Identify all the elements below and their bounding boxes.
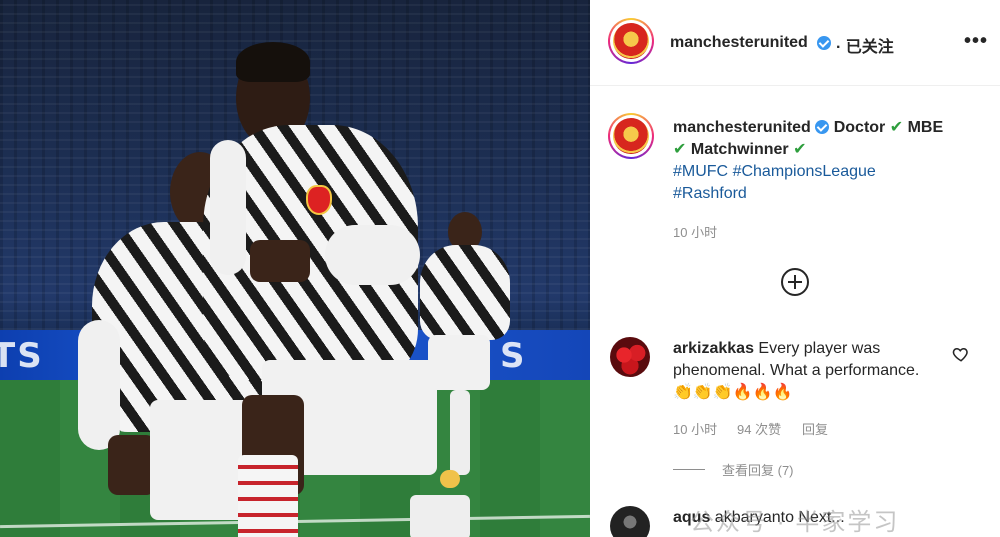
check-mark-icon: ✔ <box>673 141 687 158</box>
like-heart-icon[interactable] <box>952 345 970 363</box>
hashtag-rashford[interactable]: #Rashford <box>673 185 747 202</box>
caption-text-doctor: Doctor <box>833 119 886 136</box>
hashtag-championsleague[interactable]: #ChampionsLeague <box>733 163 876 180</box>
post-side-panel: manchesterunited · 已关注 ••• manchesteruni… <box>590 0 1000 537</box>
check-mark-icon: ✔ <box>793 141 807 158</box>
reply-button[interactable]: 回复 <box>802 419 828 438</box>
follow-status[interactable]: · 已关注 <box>836 33 894 57</box>
verified-badge-icon <box>815 120 830 134</box>
club-crest-icon <box>613 118 649 154</box>
comment-likes[interactable]: 94 次赞 <box>737 419 781 438</box>
post-photo[interactable]: TS S <box>0 0 590 537</box>
verified-badge-icon <box>817 36 831 50</box>
caption-avatar[interactable] <box>608 113 654 159</box>
view-replies-button[interactable]: 查看回复 (7) <box>722 460 794 479</box>
hashtag-mufc[interactable]: #MUFC <box>673 163 728 180</box>
club-crest-icon <box>613 23 649 59</box>
caption-text-matchwinner: Matchwinner <box>690 141 789 158</box>
load-more-comments-icon[interactable] <box>781 268 809 296</box>
more-options-icon[interactable]: ••• <box>964 30 988 53</box>
commenter-avatar[interactable] <box>610 506 650 537</box>
caption-timestamp[interactable]: 10 小时 <box>673 222 717 241</box>
comment-username[interactable]: arkizakkas <box>673 340 754 357</box>
profile-avatar[interactable] <box>608 18 654 64</box>
comment-item: arkizakkas Every player was phenomenal. … <box>673 338 943 404</box>
board-text-left: TS <box>0 336 44 376</box>
check-mark-icon: ✔ <box>889 119 904 136</box>
comment-timestamp[interactable]: 10 小时 <box>673 419 717 438</box>
comment-emojis: 👏👏👏🔥🔥🔥 <box>673 384 793 401</box>
caption-username[interactable]: manchesterunited <box>673 119 811 136</box>
header-username[interactable]: manchesterunited <box>670 34 808 52</box>
post-header: manchesterunited · 已关注 ••• <box>590 0 1000 86</box>
caption-text-mbe: MBE <box>907 119 944 136</box>
board-text-right: S <box>500 336 527 376</box>
post-caption: manchesterunited Doctor ✔ MBE ✔ Matchwin… <box>673 117 983 205</box>
commenter-avatar[interactable] <box>610 337 650 377</box>
replies-divider <box>673 469 705 470</box>
watermark: 公众号 · 半家学习 <box>690 509 900 536</box>
